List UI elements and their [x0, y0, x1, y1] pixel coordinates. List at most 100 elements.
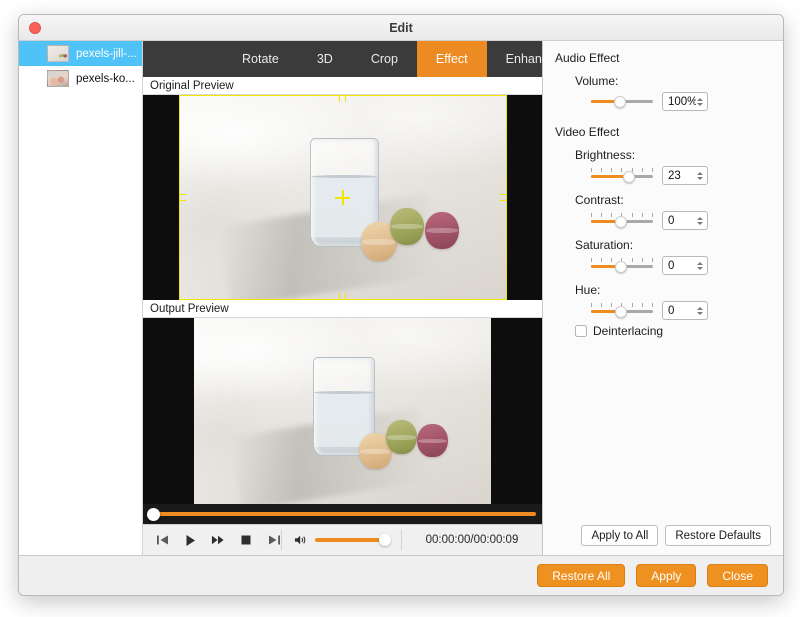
saturation-slider[interactable] — [591, 257, 653, 274]
volume-value[interactable]: 100% — [663, 96, 696, 108]
list-item[interactable]: pexels-ko... — [19, 66, 142, 91]
photo-macaron-wine — [416, 424, 449, 458]
footer-bar: Restore All Apply Close — [19, 555, 783, 595]
brightness-label: Brightness: — [575, 148, 636, 162]
tab-effect[interactable]: Effect — [416, 41, 487, 77]
crop-handle-top-right[interactable] — [499, 95, 507, 102]
tab-bar: Rotate 3D Crop Effect Enhance Watermark — [143, 41, 654, 77]
deinterlacing-label: Deinterlacing — [593, 324, 664, 338]
brightness-slider[interactable] — [591, 167, 653, 184]
deinterlacing-checkbox[interactable] — [575, 325, 587, 337]
stepper-arrows[interactable] — [696, 216, 707, 225]
play-icon[interactable] — [183, 533, 197, 547]
volume-slider[interactable] — [315, 534, 391, 546]
stepper-arrows[interactable] — [696, 171, 707, 180]
original-preview-label: Original Preview — [143, 77, 542, 95]
saturation-stepper[interactable]: 0 — [662, 256, 708, 275]
volume-slider-handle[interactable] — [379, 534, 391, 546]
tab-rotate[interactable]: Rotate — [223, 41, 298, 77]
photo-macaron-green — [390, 207, 425, 245]
slider-handle[interactable] — [614, 215, 627, 228]
panel-actions: Apply to All Restore Defaults — [543, 525, 783, 555]
next-icon[interactable] — [267, 533, 281, 547]
slider-handle[interactable] — [623, 170, 636, 183]
crop-handle-right-center[interactable] — [499, 194, 507, 201]
saturation-control-row: 0 — [591, 256, 771, 275]
effect-settings-scroll: Audio Effect Volume: 100% Video Effect B… — [543, 41, 783, 525]
crop-handle-top-center[interactable] — [339, 95, 346, 102]
tab-3d[interactable]: 3D — [298, 41, 352, 77]
output-preview-stage — [143, 318, 542, 504]
file-list-sidebar[interactable]: pexels-jill-... pexels-ko... — [19, 41, 143, 555]
contrast-value[interactable]: 0 — [663, 215, 696, 227]
original-preview-image — [178, 95, 507, 300]
previous-icon[interactable] — [155, 533, 169, 547]
close-window-button[interactable] — [29, 22, 41, 34]
hue-slider[interactable] — [591, 302, 653, 319]
contrast-slider[interactable] — [591, 212, 653, 229]
saturation-label: Saturation: — [575, 238, 634, 252]
contrast-control-row: 0 — [591, 211, 771, 230]
tab-bar-spacer — [143, 41, 223, 77]
brightness-stepper[interactable]: 23 — [662, 166, 708, 185]
crop-handle-bottom-left[interactable] — [178, 293, 186, 300]
close-button[interactable]: Close — [707, 564, 768, 587]
apply-button[interactable]: Apply — [636, 564, 697, 587]
editor-column: Rotate 3D Crop Effect Enhance Watermark … — [143, 41, 654, 555]
stepper-arrows[interactable] — [696, 97, 707, 106]
volume-control-row: 100% — [591, 92, 771, 111]
list-item[interactable]: pexels-jill-... — [19, 41, 142, 66]
saturation-value[interactable]: 0 — [663, 260, 696, 272]
brightness-value[interactable]: 23 — [663, 170, 696, 182]
seek-bar[interactable] — [143, 504, 542, 524]
contrast-stepper[interactable]: 0 — [662, 211, 708, 230]
transport-buttons — [143, 533, 281, 547]
original-preview-stage — [143, 95, 542, 300]
brightness-control-row: 23 — [591, 166, 771, 185]
effect-settings-panel: Audio Effect Volume: 100% Video Effect B… — [543, 41, 783, 555]
crop-handle-bottom-right[interactable] — [499, 293, 507, 300]
file-thumbnail — [47, 45, 69, 62]
contrast-label: Contrast: — [575, 193, 624, 207]
file-name: pexels-jill-... — [76, 47, 137, 60]
stepper-arrows[interactable] — [696, 261, 707, 270]
fast-forward-icon[interactable] — [211, 533, 225, 547]
crop-handle-top-left[interactable] — [178, 95, 186, 102]
title-bar: Edit — [19, 15, 783, 41]
video-effect-heading: Video Effect — [555, 125, 620, 139]
hue-control-row: 0 — [591, 301, 771, 320]
volume-slider[interactable] — [591, 94, 653, 110]
slider-handle[interactable] — [614, 260, 627, 273]
hue-label: Hue: — [575, 283, 601, 297]
photo-macaron-wine — [424, 211, 459, 249]
audio-effect-heading: Audio Effect — [555, 51, 620, 65]
output-preview-label: Output Preview — [143, 300, 542, 318]
seek-track[interactable] — [147, 507, 536, 521]
hue-stepper[interactable]: 0 — [662, 301, 708, 320]
deinterlacing-row[interactable]: Deinterlacing — [575, 324, 771, 338]
slider-ticks — [591, 167, 653, 173]
restore-all-button[interactable]: Restore All — [537, 564, 626, 587]
tab-crop[interactable]: Crop — [352, 41, 417, 77]
time-display: 00:00:00/00:00:09 — [425, 534, 519, 546]
stop-icon[interactable] — [239, 533, 253, 547]
slider-handle[interactable] — [613, 95, 626, 108]
crop-handle-bottom-center[interactable] — [339, 293, 346, 300]
seek-handle[interactable] — [147, 507, 160, 521]
apply-to-all-button[interactable]: Apply to All — [581, 525, 659, 546]
window-title: Edit — [389, 21, 413, 35]
hue-value[interactable]: 0 — [663, 305, 696, 317]
speaker-icon[interactable] — [294, 533, 308, 547]
edit-window: Edit pexels-jill-... pexels-ko... Rotate… — [18, 14, 784, 596]
slider-handle[interactable] — [614, 305, 627, 318]
transport-bar: 00:00:00/00:00:09 — [143, 524, 542, 555]
restore-defaults-button[interactable]: Restore Defaults — [665, 525, 771, 546]
window-body: pexels-jill-... pexels-ko... Rotate 3D C… — [19, 41, 783, 555]
volume-stepper[interactable]: 100% — [662, 92, 708, 111]
photo-macaron-green — [385, 420, 417, 454]
volume-control[interactable] — [282, 533, 401, 547]
stepper-arrows[interactable] — [696, 306, 707, 315]
file-thumbnail — [47, 70, 69, 87]
volume-label: Volume: — [575, 74, 619, 88]
crop-handle-left-center[interactable] — [178, 194, 186, 201]
